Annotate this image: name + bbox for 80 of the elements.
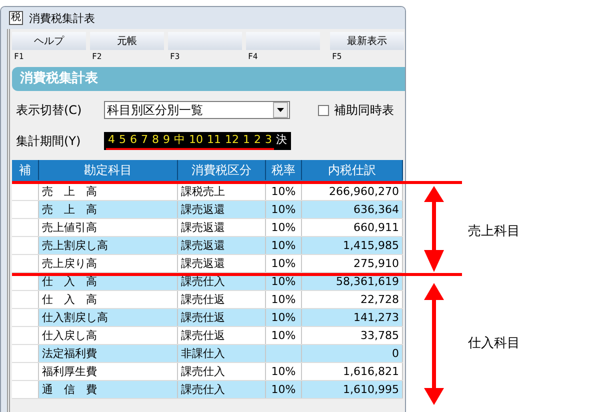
table-cell: 課売仕返 [178,290,266,308]
table-cell: 課売返還 [178,254,266,272]
period-month[interactable]: 11 [205,132,223,150]
window-title: 消費税集計表 [29,10,95,26]
table-cell: 1,415,985 [302,236,402,254]
app-icon: 税 [9,11,23,25]
checkbox[interactable] [318,104,329,116]
table-cell: 1,616,821 [302,362,402,380]
table-cell: 売上戻り高 [38,254,178,272]
table-cell: 課売仕入 [178,362,266,380]
table-cell: 売上割戻し高 [38,236,178,254]
table-cell: 福利厚生費 [38,362,178,380]
table-cell: 10% [266,254,302,272]
table-cell: 通 信 費 [38,380,178,398]
table-cell: 法定福利費 [38,344,178,362]
table-cell: 141,273 [302,308,402,326]
table-cell: 0 [302,344,402,362]
column-header: 補 [12,160,38,182]
field-label: 表示切替(C) [16,102,83,118]
table-cell: 売上値引高 [38,218,178,236]
table-cell: 10% [266,200,302,218]
period-month[interactable]: 9 [161,132,172,150]
table-cell: 10% [266,308,302,326]
period-month[interactable]: 1 [241,132,252,150]
table-cell: 10% [266,326,302,344]
table-cell: 課売返還 [178,236,266,254]
table-cell: 33,785 [302,326,402,344]
table-cell: 課売仕入 [178,380,266,398]
period-month[interactable]: 2 [252,132,263,150]
period-month[interactable]: 決 [274,132,289,150]
display-dropdown[interactable]: 科目別区分別一覧 [104,101,290,119]
table-cell: 10% [266,290,302,308]
period-month[interactable]: 3 [263,132,274,150]
table-cell: 仕入割戻し高 [38,308,178,326]
table-cell: 10% [266,218,302,236]
period-month[interactable]: 5 [117,132,128,150]
period-month[interactable]: 6 [128,132,139,150]
table-cell: 10% [266,380,302,398]
checkbox-label: 補助同時表 [334,102,394,118]
table-cell: 課売仕返 [178,326,266,344]
table-cell: 10% [266,362,302,380]
table-cell: 275,910 [302,254,402,272]
key-label: F1 [13,51,25,63]
annotation-label: 仕入科目 [468,335,520,352]
key-label: F3 [169,51,181,63]
table-cell: 660,911 [302,218,402,236]
table-cell: 売 上 高 [38,200,178,218]
section-header: 消費税集計表 [12,67,405,91]
period-month[interactable]: 12 [223,132,241,150]
function-key-button[interactable]: ヘルプ [12,32,86,50]
table-cell: 仕 入 高 [38,290,178,308]
dropdown-arrow-icon [277,108,284,112]
table-cell: 22,728 [302,290,402,308]
table-cell: 10% [266,236,302,254]
column-header: 消費税区分 [178,160,266,182]
function-key-button[interactable] [246,32,320,50]
period-month[interactable]: 8 [150,132,161,150]
annotation-label: 売上科目 [468,223,520,240]
table-cell: 仕入戻し高 [38,326,178,344]
period-month[interactable]: 4 [106,132,117,150]
key-label: F2 [91,51,103,63]
period-selector[interactable]: 4 5 6 7 8 9 中 10 11 12 1 2 3 決 [104,132,291,150]
key-label: F5 [331,51,343,63]
function-key-button[interactable] [168,32,242,50]
table-cell: 課売返還 [178,218,266,236]
table-cell: 課売返還 [178,200,266,218]
function-key-button[interactable]: 最新表示 [330,32,404,50]
column-header: 税率 [266,160,302,182]
function-key-button[interactable]: 元帳 [90,32,164,50]
column-header: 勘定科目 [38,160,178,182]
column-header: 内税仕訳 [302,160,402,182]
period-month[interactable]: 中 [172,132,187,150]
table-cell: 636,364 [302,200,402,218]
key-label: F4 [247,51,259,63]
table-cell: 非課仕入 [178,344,266,362]
field-label: 集計期間(Y) [16,132,82,150]
table-cell: 課売仕返 [178,308,266,326]
table-cell: 1,610,995 [302,380,402,398]
period-month[interactable]: 10 [187,132,205,150]
period-month[interactable]: 7 [139,132,150,150]
